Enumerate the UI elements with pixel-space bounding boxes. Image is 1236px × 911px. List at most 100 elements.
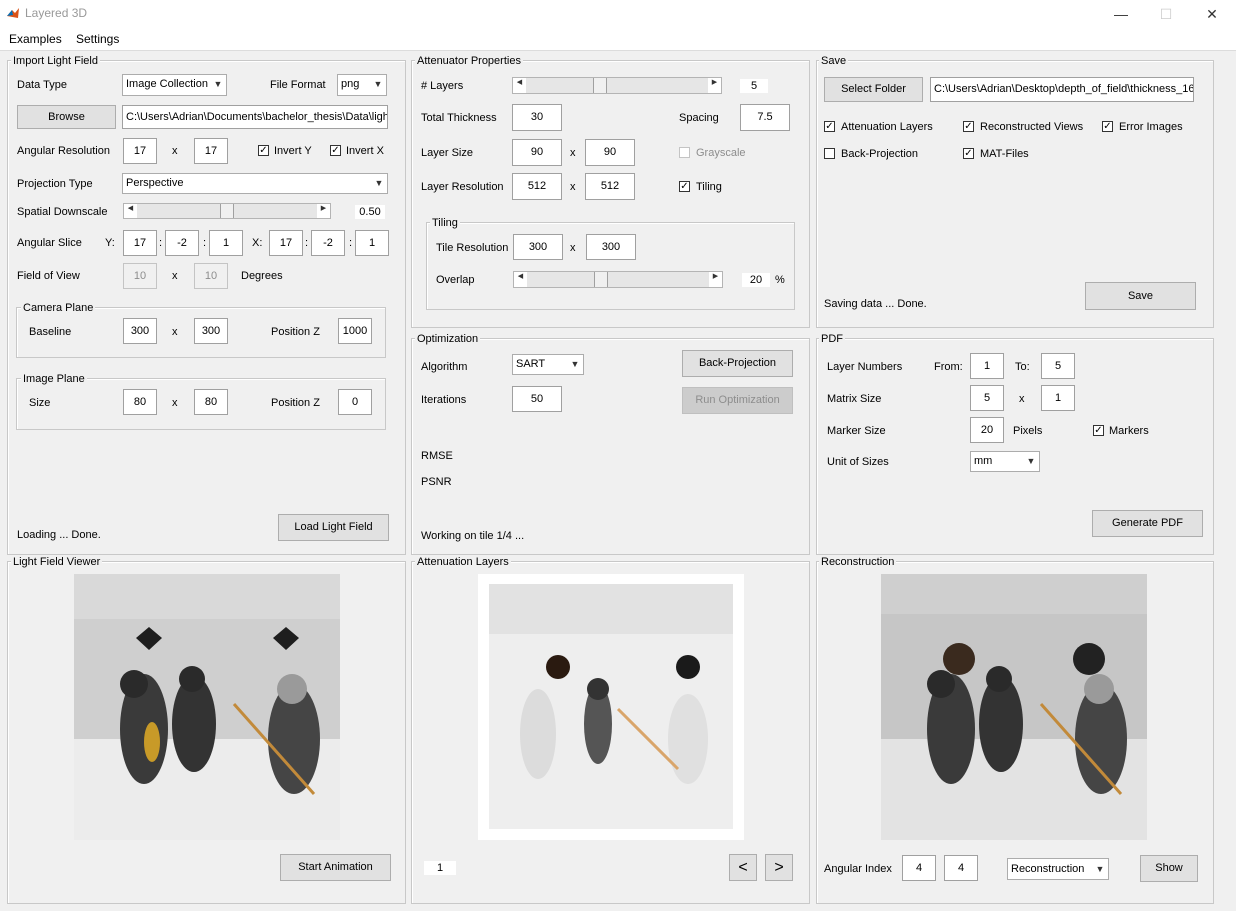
close-button[interactable]: ✕ — [1189, 0, 1235, 28]
layer-to-input[interactable]: 5 — [1041, 353, 1075, 379]
previous-layer-button[interactable]: < — [729, 854, 757, 881]
browse-button[interactable]: Browse — [17, 105, 116, 129]
arrow-right-icon[interactable]: ▶ — [708, 78, 721, 93]
spacing-label: Spacing — [679, 112, 719, 124]
data-type-value: Image Collection — [126, 78, 208, 90]
times-label: x — [172, 270, 178, 282]
layer-size-x-input[interactable]: 90 — [512, 139, 562, 166]
arrow-right-icon[interactable]: ▶ — [709, 272, 722, 287]
save-button[interactable]: Save — [1085, 282, 1196, 310]
iterations-input[interactable]: 50 — [512, 386, 562, 412]
generate-pdf-button[interactable]: Generate PDF — [1092, 510, 1203, 537]
slice-y-start-input[interactable]: 17 — [123, 230, 157, 256]
pixels-label: Pixels — [1013, 425, 1043, 437]
back-projection-label: Back-Projection — [841, 148, 919, 160]
menu-settings[interactable]: Settings — [76, 32, 119, 46]
view-mode-dropdown[interactable]: Reconstruction ▼ — [1007, 858, 1109, 880]
attenuation-layers-checkbox[interactable]: ✓ — [824, 121, 835, 132]
slider-thumb[interactable] — [593, 78, 607, 93]
algorithm-dropdown[interactable]: SART ▼ — [512, 354, 584, 375]
chevron-down-icon: ▼ — [373, 79, 383, 89]
layer-from-input[interactable]: 1 — [970, 353, 1004, 379]
layer-size-y-input[interactable]: 90 — [585, 139, 635, 166]
invert-x-checkbox[interactable]: ✓ — [330, 145, 341, 156]
layer-resolution-x-input[interactable]: 512 — [512, 173, 562, 200]
optimization-status-text: Working on tile 1/4 ... — [421, 530, 525, 542]
spatial-downscale-label: Spatial Downscale — [17, 206, 108, 218]
markers-label: Markers — [1109, 425, 1149, 437]
light-field-path-input[interactable]: C:\Users\Adrian\Documents\bachelor_thesi… — [122, 105, 388, 129]
minimize-button[interactable]: — — [1098, 0, 1144, 28]
tiling-checkbox[interactable]: ✓ — [679, 181, 690, 192]
fov-vertical-input: 10 — [194, 263, 228, 289]
reconstruction-panel-title: Reconstruction — [819, 556, 897, 568]
load-light-field-button[interactable]: Load Light Field — [278, 514, 389, 541]
overlap-slider[interactable]: ◀ ▶ — [513, 271, 723, 288]
back-projection-button[interactable]: Back-Projection — [682, 350, 793, 377]
field-of-view-label: Field of View — [17, 270, 80, 282]
image-position-z-input[interactable]: 0 — [338, 389, 372, 415]
marker-size-label: Marker Size — [827, 425, 886, 437]
invert-y-checkbox[interactable]: ✓ — [258, 145, 269, 156]
file-format-value: png — [341, 78, 360, 90]
markers-checkbox[interactable]: ✓ — [1093, 425, 1104, 436]
arrow-left-icon[interactable]: ◀ — [514, 272, 527, 287]
select-folder-button[interactable]: Select Folder — [824, 77, 923, 102]
layer-numbers-label: Layer Numbers — [827, 361, 903, 373]
image-size-y-input[interactable]: 80 — [194, 389, 228, 415]
attenuator-panel-title: Attenuator Properties — [415, 55, 523, 67]
unit-dropdown[interactable]: mm ▼ — [970, 451, 1040, 472]
slice-x-end-input[interactable]: 1 — [355, 230, 389, 256]
title-bar: Layered 3D — ☐ ✕ — [0, 0, 1236, 28]
angular-resolution-x-input[interactable]: 17 — [194, 138, 228, 164]
matrix-rows-input[interactable]: 5 — [970, 385, 1004, 411]
save-folder-path-input[interactable]: C:\Users\Adrian\Desktop\depth_of_field\t… — [930, 77, 1194, 102]
tile-resolution-y-input[interactable]: 300 — [586, 234, 636, 260]
show-button[interactable]: Show — [1140, 855, 1198, 882]
arrow-left-icon[interactable]: ◀ — [124, 204, 137, 218]
projection-type-dropdown[interactable]: Perspective ▼ — [122, 173, 388, 194]
angular-resolution-y-input[interactable]: 17 — [123, 138, 157, 164]
slice-x-step-input[interactable]: -2 — [311, 230, 345, 256]
slider-thumb[interactable] — [594, 272, 608, 287]
reconstructed-views-checkbox[interactable]: ✓ — [963, 121, 974, 132]
baseline-x-input[interactable]: 300 — [123, 318, 157, 344]
arrow-right-icon[interactable]: ▶ — [317, 204, 330, 218]
algorithm-value: SART — [516, 358, 546, 370]
camera-position-z-input[interactable]: 1000 — [338, 318, 372, 344]
mat-files-checkbox[interactable]: ✓ — [963, 148, 974, 159]
spatial-downscale-slider[interactable]: ◀ ▶ — [123, 203, 331, 219]
slice-y-end-input[interactable]: 1 — [209, 230, 243, 256]
layer-resolution-label: Layer Resolution — [421, 181, 504, 193]
next-layer-button[interactable]: > — [765, 854, 793, 881]
slider-thumb[interactable] — [220, 204, 234, 218]
total-thickness-input[interactable]: 30 — [512, 104, 562, 131]
slice-y-step-input[interactable]: -2 — [165, 230, 199, 256]
angular-index-y-input[interactable]: 4 — [902, 855, 936, 881]
save-panel-title: Save — [819, 55, 849, 67]
marker-size-input[interactable]: 20 — [970, 417, 1004, 443]
layers-slider[interactable]: ◀ ▶ — [512, 77, 722, 94]
maximize-button[interactable]: ☐ — [1143, 0, 1189, 28]
import-panel-title: Import Light Field — [11, 55, 100, 67]
spacing-input[interactable]: 7.5 — [740, 104, 790, 131]
tile-resolution-x-input[interactable]: 300 — [513, 234, 563, 260]
attenuation-layers-label: Attenuation Layers — [841, 121, 933, 133]
matrix-cols-input[interactable]: 1 — [1041, 385, 1075, 411]
projection-type-label: Projection Type — [17, 178, 93, 190]
colon-label: : — [305, 237, 309, 249]
data-type-dropdown[interactable]: Image Collection ▼ — [122, 74, 227, 96]
angular-index-x-input[interactable]: 4 — [944, 855, 978, 881]
slice-x-start-input[interactable]: 17 — [269, 230, 303, 256]
image-size-x-input[interactable]: 80 — [123, 389, 157, 415]
error-images-checkbox[interactable]: ✓ — [1102, 121, 1113, 132]
start-animation-button[interactable]: Start Animation — [280, 854, 391, 881]
layer-resolution-y-input[interactable]: 512 — [585, 173, 635, 200]
unit-value: mm — [974, 455, 993, 467]
menu-examples[interactable]: Examples — [9, 32, 62, 46]
tile-resolution-label: Tile Resolution — [436, 242, 509, 254]
file-format-dropdown[interactable]: png ▼ — [337, 74, 387, 96]
back-projection-checkbox[interactable] — [824, 148, 835, 159]
arrow-left-icon[interactable]: ◀ — [513, 78, 526, 93]
baseline-y-input[interactable]: 300 — [194, 318, 228, 344]
